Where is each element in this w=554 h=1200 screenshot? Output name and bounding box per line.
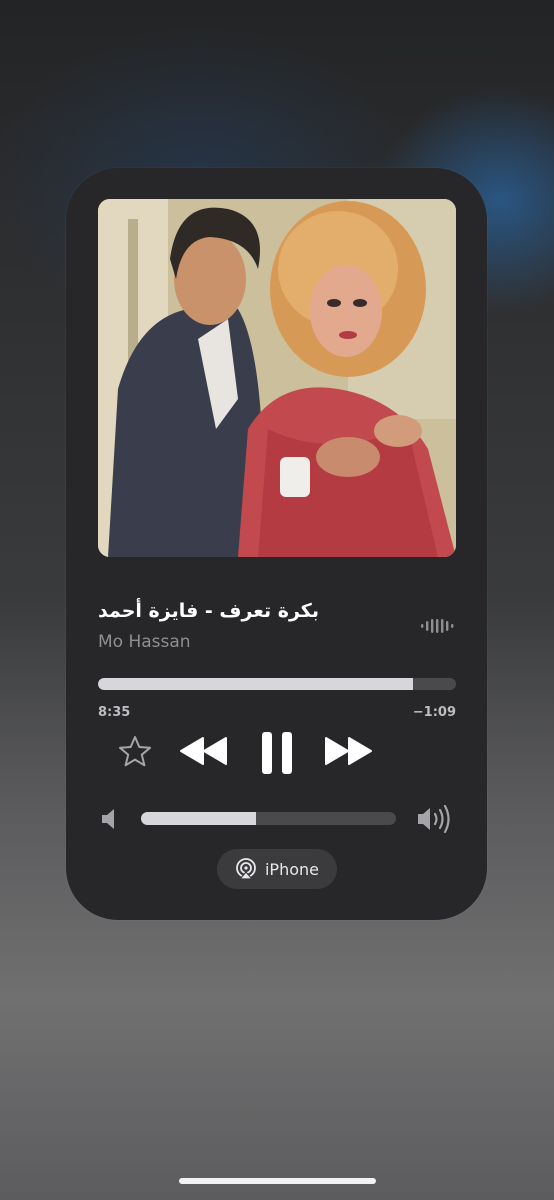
output-device-label: iPhone bbox=[264, 859, 319, 879]
speaker-high-icon bbox=[418, 805, 450, 833]
track-artist[interactable]: Mo Hassan bbox=[98, 632, 191, 652]
star-icon bbox=[119, 736, 151, 767]
pause-button[interactable] bbox=[259, 730, 295, 776]
fast-forward-button[interactable] bbox=[323, 735, 373, 767]
favorite-button[interactable] bbox=[117, 734, 153, 770]
speaker-low-icon bbox=[102, 809, 114, 829]
track-title: بكرة تعرف - فايزة أحمد bbox=[98, 600, 319, 622]
airplay-output-button[interactable]: iPhone bbox=[217, 849, 337, 889]
elapsed-time: 8:35 bbox=[98, 705, 131, 720]
album-artwork-image bbox=[98, 199, 456, 557]
volume-slider[interactable] bbox=[141, 812, 396, 825]
waveform-icon bbox=[421, 619, 454, 633]
playback-progress-fill bbox=[98, 678, 414, 690]
fast-forward-icon bbox=[325, 737, 372, 765]
airplay-icon bbox=[236, 858, 256, 880]
now-playing-card: بكرة تعرف - فايزة أحمد Mo Hassan 8:35 −1… bbox=[66, 168, 487, 920]
volume-level-fill bbox=[141, 812, 256, 825]
home-indicator[interactable] bbox=[179, 1178, 376, 1184]
playback-scrubber[interactable] bbox=[98, 678, 456, 690]
rewind-icon bbox=[180, 737, 227, 765]
remaining-time: −1:09 bbox=[412, 705, 456, 720]
album-artwork[interactable] bbox=[98, 199, 456, 557]
pause-icon bbox=[262, 732, 292, 774]
rewind-button[interactable] bbox=[179, 735, 229, 767]
